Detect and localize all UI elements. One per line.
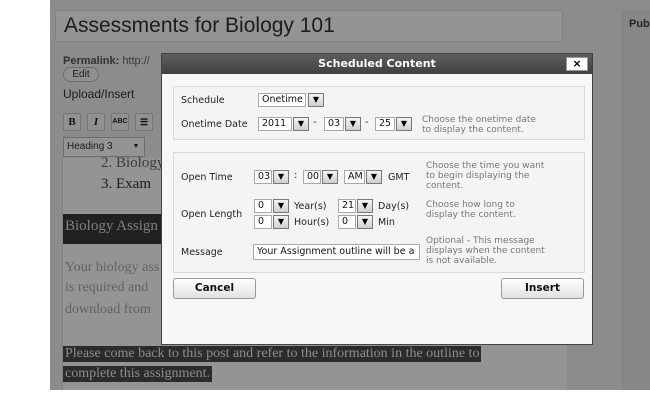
length-hours-select[interactable]: 0 [254,215,272,229]
schedule-dropdown-button[interactable]: ▼ [308,93,324,107]
chevron-down-icon: ▼ [326,172,334,181]
chevron-down-icon: ▼ [277,217,285,226]
help-line: content. [426,181,464,191]
open-time-minute-dropdown-button[interactable]: ▼ [322,170,338,184]
date-year-select[interactable]: 2011 [258,117,292,131]
chevron-down-icon: ▼ [361,201,369,210]
length-years-select[interactable]: 0 [254,199,272,213]
schedule-select-value: Onetime [262,94,303,105]
help-line: to display the content. [422,125,524,135]
chevron-down-icon: ▼ [277,201,285,210]
date-year-value: 2011 [262,118,287,129]
length-hours-dropdown-button[interactable]: ▼ [273,215,289,229]
close-icon: × [572,57,582,70]
schedule-select[interactable]: Onetime [258,93,306,107]
help-line: is not available. [426,256,498,266]
cancel-button[interactable]: Cancel [173,278,256,299]
help-line: to begin displaying the [426,171,530,181]
schedule-section: Schedule Onetime ▼ Onetime Date 2011 ▼ -… [173,86,585,140]
length-minutes-select[interactable]: 0 [338,215,356,229]
scheduled-content-dialog: Scheduled Content × Schedule Onetime ▼ O… [161,53,593,345]
onetime-date-label: Onetime Date [181,119,248,130]
help-line: Choose the onetime date [422,115,536,125]
help-line: Choose how long to [426,200,515,210]
message-label: Message [181,247,223,258]
help-line: Optional - This message [426,236,535,246]
timezone-label: GMT [388,172,410,183]
help-line: display the content. [426,210,516,220]
chevron-down-icon: ▼ [361,217,369,226]
date-month-value: 03 [328,118,341,129]
open-time-hour-dropdown-button[interactable]: ▼ [273,170,289,184]
message-input-value: Your Assignment outline will be a [257,246,415,257]
open-length-help: Choose how long to display the content. [426,200,516,220]
chevron-down-icon: ▼ [312,95,320,104]
length-hours-value: 0 [258,216,265,227]
open-time-ampm-value: AM [348,171,363,182]
chevron-down-icon: ▼ [277,172,285,181]
length-days-select[interactable]: 21 [338,199,356,213]
date-separator: - [313,117,317,128]
years-unit-label: Year(s) [294,201,327,212]
open-time-label: Open Time [181,172,233,183]
length-minutes-dropdown-button[interactable]: ▼ [357,215,373,229]
hours-unit-label: Hour(s) [294,217,330,228]
date-day-value: 25 [379,118,392,129]
time-colon: : [294,170,298,181]
message-help: Optional - This message displays when th… [426,236,545,266]
length-days-dropdown-button[interactable]: ▼ [357,199,373,213]
message-input[interactable]: Your Assignment outline will be a [253,244,420,260]
length-days-value: 21 [342,200,355,211]
open-time-ampm-dropdown-button[interactable]: ▼ [366,170,382,184]
insert-button[interactable]: Insert [501,278,584,299]
open-time-hour-select[interactable]: 03 [254,170,272,184]
open-length-label: Open Length [181,209,243,220]
length-years-dropdown-button[interactable]: ▼ [273,199,289,213]
close-button[interactable]: × [566,57,588,71]
chevron-down-icon: ▼ [297,119,305,128]
date-year-dropdown-button[interactable]: ▼ [293,117,309,131]
length-minutes-value: 0 [342,216,349,227]
date-separator: - [365,117,369,128]
date-day-dropdown-button[interactable]: ▼ [396,117,412,131]
chevron-down-icon: ▼ [349,119,357,128]
chevron-down-icon: ▼ [370,172,378,181]
date-day-select[interactable]: 25 [375,117,395,131]
open-time-hour-value: 03 [258,171,271,182]
onetime-date-help: Choose the onetime date to display the c… [422,115,536,135]
dialog-title: Scheduled Content [318,57,436,70]
open-time-minute-select[interactable]: 00 [303,170,321,184]
open-time-help: Choose the time you want to begin displa… [426,161,544,191]
dialog-titlebar: Scheduled Content × [162,54,592,74]
length-years-value: 0 [258,200,265,211]
date-month-select[interactable]: 03 [324,117,344,131]
open-time-ampm-select[interactable]: AM [344,170,365,184]
help-line: Choose the time you want [426,161,545,171]
chevron-down-icon: ▼ [400,119,408,128]
minutes-unit-label: Min [378,217,395,228]
timing-section: Open Time 03 ▼ : 00 ▼ AM ▼ GMT Choose th… [173,152,585,273]
open-time-minute-value: 00 [307,171,320,182]
help-line: displays when the content [426,246,545,256]
date-month-dropdown-button[interactable]: ▼ [345,117,361,131]
schedule-label: Schedule [181,95,225,106]
days-unit-label: Day(s) [378,201,410,212]
